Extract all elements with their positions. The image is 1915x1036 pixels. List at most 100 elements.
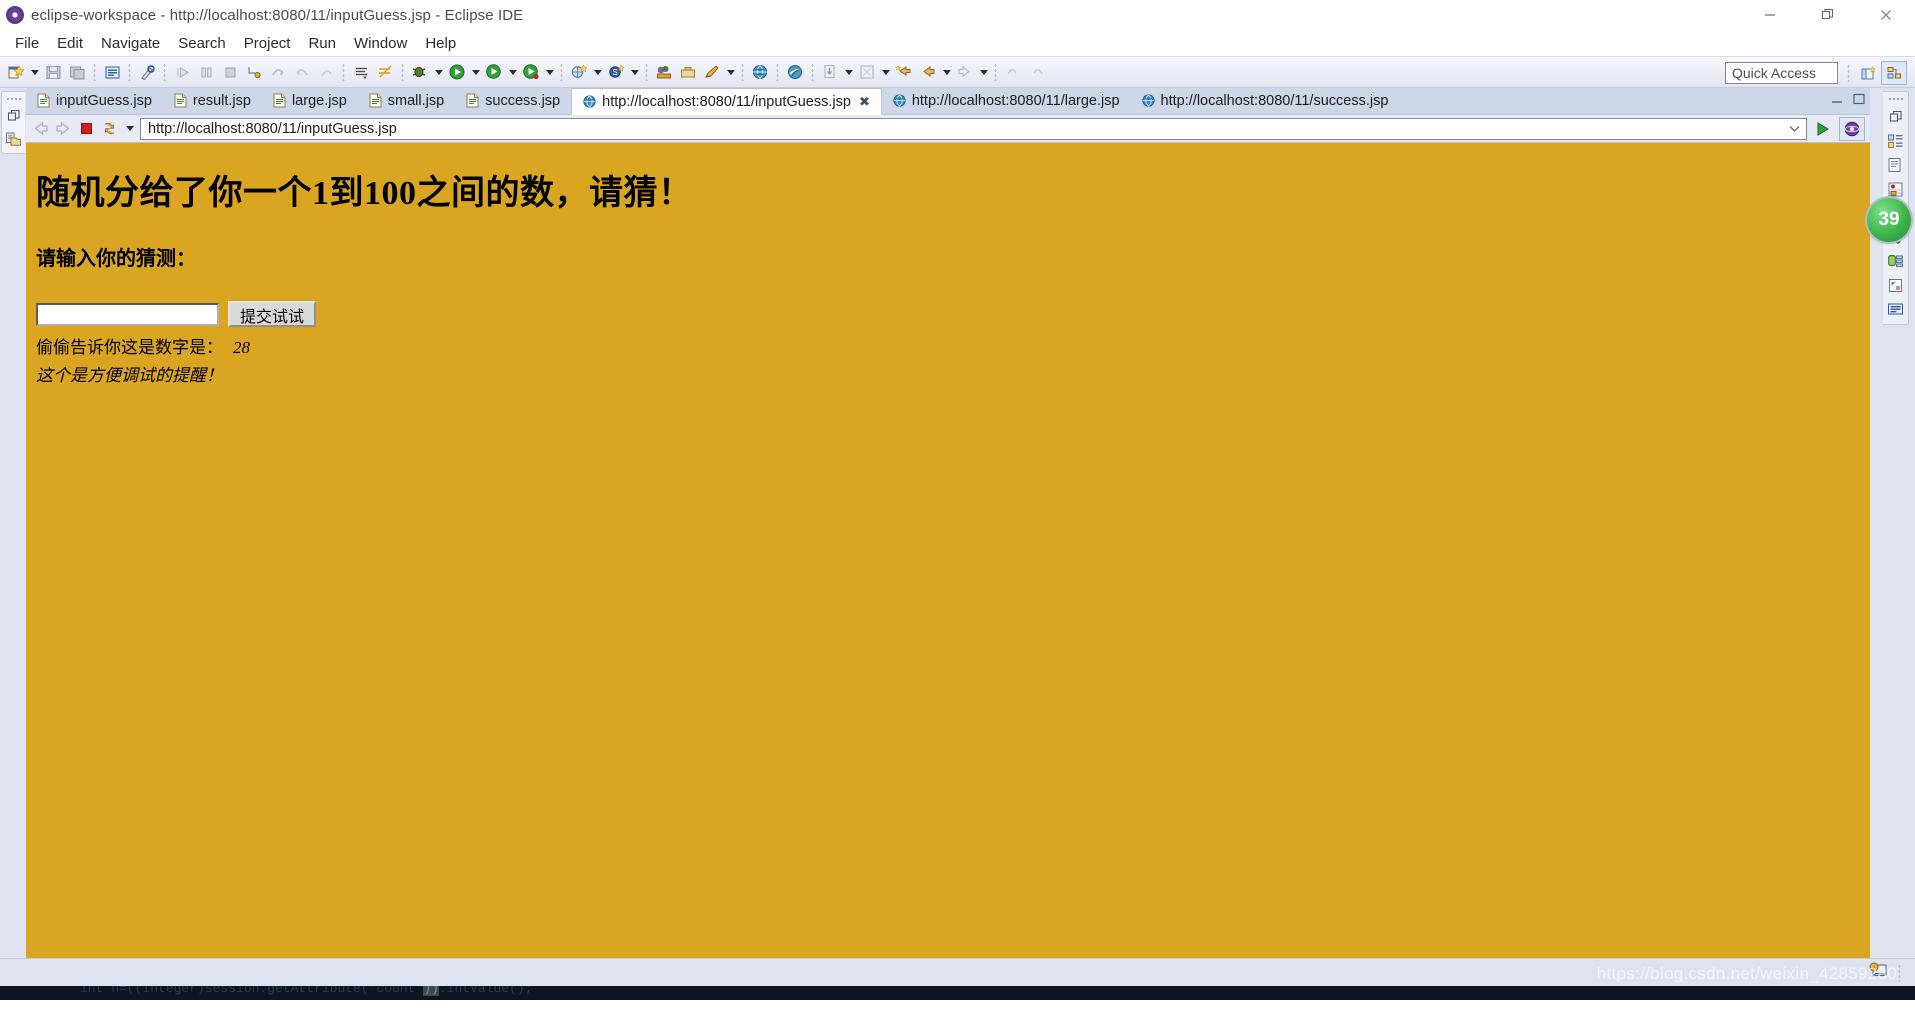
run-server-dropdown-icon[interactable] xyxy=(506,59,519,85)
back-icon[interactable] xyxy=(31,119,50,139)
restore-icon[interactable] xyxy=(1799,0,1857,30)
step-return-icon[interactable] xyxy=(290,59,314,85)
menu-item-navigate[interactable]: Navigate xyxy=(92,33,169,54)
tab-close-icon[interactable]: ✖ xyxy=(859,94,870,110)
globe-icon xyxy=(1141,94,1155,107)
print-icon[interactable] xyxy=(100,59,124,85)
refresh-icon[interactable] xyxy=(100,119,119,139)
next-edit-icon[interactable] xyxy=(1025,59,1049,85)
guess-input[interactable] xyxy=(36,302,219,326)
url-dropdown-icon[interactable] xyxy=(1786,119,1802,139)
restore-view-icon[interactable] xyxy=(1887,108,1905,126)
quick-fix-icon[interactable] xyxy=(135,59,159,85)
menu-item-search[interactable]: Search xyxy=(169,33,235,54)
tab-small-jsp[interactable]: small.jsp xyxy=(358,87,455,114)
run-server-icon[interactable] xyxy=(482,59,506,85)
profile-icon[interactable] xyxy=(519,59,543,85)
previous-edit-icon[interactable] xyxy=(1001,59,1025,85)
project-explorer-icon[interactable] xyxy=(5,130,23,148)
save-icon[interactable] xyxy=(41,59,65,85)
new-java-class-icon[interactable] xyxy=(567,59,591,85)
debug-icon[interactable] xyxy=(408,59,432,85)
stop-icon[interactable] xyxy=(77,119,96,139)
new-package-icon[interactable] xyxy=(676,59,700,85)
back-arrow-icon[interactable] xyxy=(916,59,940,85)
toolbar-separator xyxy=(1847,64,1850,82)
forward-dropdown-icon[interactable] xyxy=(977,59,990,85)
search-dropdown-icon[interactable] xyxy=(628,59,641,85)
toolbar-separator xyxy=(401,63,404,81)
profile-dropdown-icon[interactable] xyxy=(543,59,556,85)
menu-item-file[interactable]: File xyxy=(6,33,48,54)
globe-icon xyxy=(583,95,596,108)
rail-drag-handle[interactable] xyxy=(5,95,22,102)
rail-drag-handle[interactable] xyxy=(1887,95,1904,102)
skip-breakpoints-icon[interactable] xyxy=(373,59,397,85)
outline-view-icon[interactable] xyxy=(1887,132,1905,150)
new-wizard-icon[interactable] xyxy=(4,59,28,85)
task-list-icon[interactable] xyxy=(1887,156,1905,174)
tab-inputGuess-jsp[interactable]: inputGuess.jsp xyxy=(26,87,163,114)
open-perspective-icon[interactable] xyxy=(1855,61,1881,85)
tab-large-jsp[interactable]: large.jsp xyxy=(262,87,358,114)
server-status-icon[interactable] xyxy=(1868,960,1888,985)
terminate-icon[interactable] xyxy=(218,59,242,85)
tab-success-jsp[interactable]: success.jsp xyxy=(455,87,571,114)
forward-arrow-icon[interactable] xyxy=(953,59,977,85)
menu-item-edit[interactable]: Edit xyxy=(48,33,92,54)
annotation-icon[interactable] xyxy=(855,59,879,85)
open-task-icon[interactable] xyxy=(349,59,373,85)
status-separator xyxy=(1898,963,1901,982)
chevron-down-icon[interactable] xyxy=(123,116,136,142)
java-ee-perspective-icon[interactable] xyxy=(1881,61,1907,85)
new-java-class-dropdown-icon[interactable] xyxy=(591,59,604,85)
code-before: int n=((Integer)session.getAttribute("co… xyxy=(80,986,424,996)
go-icon[interactable] xyxy=(1811,118,1835,140)
save-all-icon[interactable] xyxy=(65,59,89,85)
suspend-icon[interactable] xyxy=(194,59,218,85)
download-dropdown-icon[interactable] xyxy=(842,59,855,85)
run-dropdown-icon[interactable] xyxy=(469,59,482,85)
tab-browser-large[interactable]: http://localhost:8080/11/large.jsp xyxy=(882,87,1131,114)
minimize-icon[interactable] xyxy=(1741,0,1799,30)
open-type-icon[interactable] xyxy=(652,59,676,85)
new-wizard-dropdown-icon[interactable] xyxy=(28,59,41,85)
url-combo-box[interactable]: http://localhost:8080/11/inputGuess.jsp xyxy=(140,117,1807,140)
run-on-server-icon[interactable] xyxy=(783,59,807,85)
quick-access-input[interactable]: Quick Access xyxy=(1725,62,1838,84)
tab-browser-inputGuess[interactable]: http://localhost:8080/11/inputGuess.jsp … xyxy=(571,88,882,115)
edit-dropdown-icon[interactable] xyxy=(724,59,737,85)
editor-minimize-icon[interactable] xyxy=(1830,92,1844,110)
download-icon[interactable] xyxy=(818,59,842,85)
forward-icon[interactable] xyxy=(54,119,73,139)
step-into-icon[interactable] xyxy=(242,59,266,85)
editor-maximize-icon[interactable] xyxy=(1852,92,1866,110)
secret-number-value: 28 xyxy=(233,338,250,357)
restore-view-icon[interactable] xyxy=(5,107,23,125)
markers-view-icon[interactable] xyxy=(1887,180,1905,198)
open-external-browser-icon[interactable] xyxy=(1839,116,1865,141)
back-history-icon[interactable] xyxy=(892,59,916,85)
menu-item-window[interactable]: Window xyxy=(345,33,416,54)
tab-result-jsp[interactable]: result.jsp xyxy=(163,87,262,114)
url-input[interactable]: http://localhost:8080/11/inputGuess.jsp xyxy=(148,121,1786,137)
submit-guess-button[interactable]: 提交试试 xyxy=(228,301,317,327)
menu-item-project[interactable]: Project xyxy=(235,33,300,54)
web-browser-icon[interactable] xyxy=(748,59,772,85)
console-view-icon[interactable] xyxy=(1887,300,1905,318)
menu-item-run[interactable]: Run xyxy=(299,33,345,54)
data-source-explorer-icon[interactable] xyxy=(1887,252,1905,270)
disconnect-icon[interactable] xyxy=(314,59,338,85)
resume-icon[interactable] xyxy=(170,59,194,85)
back-dropdown-icon[interactable] xyxy=(940,59,953,85)
run-icon[interactable] xyxy=(445,59,469,85)
close-icon[interactable] xyxy=(1857,0,1915,30)
debug-dropdown-icon[interactable] xyxy=(432,59,445,85)
search-icon[interactable]: S xyxy=(604,59,628,85)
snippets-view-icon[interactable] xyxy=(1887,276,1905,294)
annotation-dropdown-icon[interactable] xyxy=(879,59,892,85)
step-over-icon[interactable] xyxy=(266,59,290,85)
menu-item-help[interactable]: Help xyxy=(416,33,465,54)
edit-icon[interactable] xyxy=(700,59,724,85)
tab-browser-success[interactable]: http://localhost:8080/11/success.jsp xyxy=(1131,87,1400,114)
